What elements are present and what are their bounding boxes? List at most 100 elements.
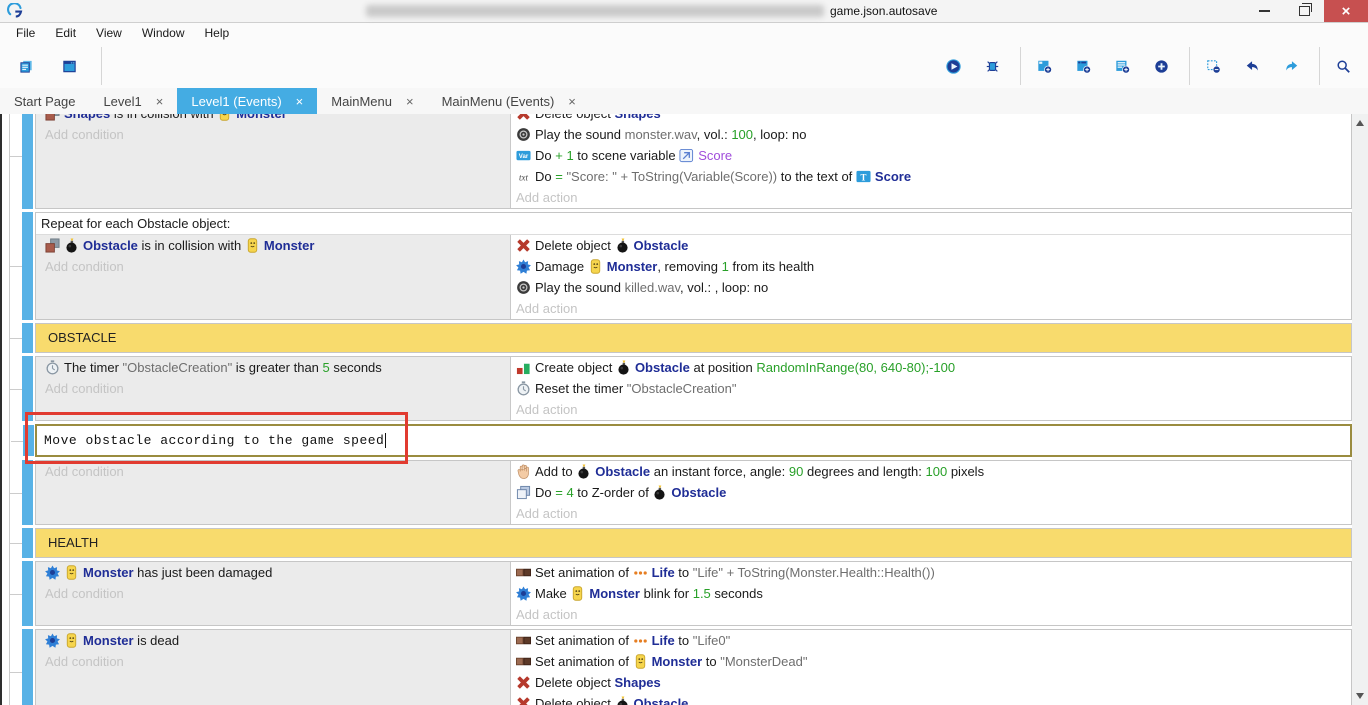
condition-line[interactable]: Shapes is in collision with Monster [36,114,510,124]
damage-icon [516,259,531,274]
project-manager-button[interactable] [10,46,47,86]
condition-line[interactable]: Obstacle is in collision with Monster [36,235,510,256]
add-condition-button[interactable]: Add condition [36,583,510,604]
condition-line[interactable]: Monster is dead [36,630,510,651]
tab-label: Level1 (Events) [191,94,281,109]
token-p: Delete object [535,238,615,253]
scene-editor-button[interactable] [53,46,90,86]
action-line[interactable]: Reset the timer "ObstacleCreation" [511,378,1351,399]
token-p: Delete object [535,675,615,690]
add-condition-button[interactable]: Add condition [36,124,510,145]
menu-item-window[interactable]: Window [132,26,195,40]
comment-edit-row[interactable]: Move obstacle according to the game spee… [35,424,1352,457]
actions-column: Create object Obstacle at position Rando… [511,357,1351,420]
redo-button[interactable] [1275,46,1312,86]
scroll-up-arrow-icon[interactable] [1356,120,1364,126]
tab-label: Start Page [14,94,75,109]
action-line[interactable]: Do = 4 to Z-order of Obstacle [511,482,1351,503]
action-line[interactable]: Set animation of Life to "Life0" [511,630,1351,651]
action-line[interactable]: Delete object Obstacle [511,235,1351,256]
add-action-button[interactable]: Add action [511,187,1351,208]
action-line[interactable]: Delete object Shapes [511,114,1351,124]
tab-label: MainMenu [331,94,392,109]
tab-close-icon[interactable]: × [296,95,304,108]
comment-banner[interactable]: OBSTACLE [35,323,1352,353]
action-line[interactable]: Add to Obstacle an instant force, angle:… [511,461,1351,482]
tab-close-icon[interactable]: × [568,95,576,108]
add-condition-button[interactable]: Add condition [36,461,510,482]
undo-button[interactable] [1236,46,1273,86]
action-line[interactable]: Delete object Shapes [511,672,1351,693]
tab-mainmenu-events-[interactable]: MainMenu (Events)× [428,88,590,114]
menu-item-view[interactable]: View [86,26,132,40]
tab-level1-events-[interactable]: Level1 (Events) × [177,88,317,114]
add-condition-button[interactable]: Add condition [36,651,510,672]
token-m: Add condition [45,464,124,479]
token-p: is dead [134,633,180,648]
scroll-down-arrow-icon[interactable] [1356,693,1364,699]
timer-icon [45,360,60,375]
add-condition-button[interactable]: Add condition [36,256,510,277]
repeat-header[interactable]: Repeat for each Obstacle object: [36,213,1351,234]
comment-text-input[interactable]: Move obstacle according to the game spee… [37,433,384,448]
collapsed-panel-edge[interactable] [0,44,2,705]
event-tree-line [9,114,10,705]
restore-button[interactable] [1284,0,1324,22]
delete-x-icon [516,675,531,690]
close-button[interactable]: × [1324,0,1368,22]
add-action-button[interactable]: Add action [511,503,1351,524]
search-button[interactable] [1327,46,1364,86]
action-line[interactable]: Play the sound monster.wav, vol.: 100, l… [511,124,1351,145]
tab-mainmenu[interactable]: MainMenu × [317,88,427,114]
event-block[interactable]: Shapes is in collision with MonsterAdd c… [35,114,1352,209]
action-line[interactable]: Set animation of Monster to "MonsterDead… [511,651,1351,672]
debug-button[interactable] [976,46,1013,86]
add-condition-button[interactable]: Add condition [36,378,510,399]
token-p: is greater than [232,360,322,375]
action-line[interactable]: Create object Obstacle at position Rando… [511,357,1351,378]
action-line[interactable]: txtDo = "Score: " + ToString(Variable(Sc… [511,166,1351,187]
token-o: Monster [264,238,315,253]
scene-variable-icon [679,148,694,163]
add-comment-button[interactable] [1106,46,1143,86]
add-circle-button[interactable] [1145,46,1182,86]
event-block[interactable]: The timer "ObstacleCreation" is greater … [35,356,1352,421]
event-block[interactable]: Monster is deadAdd conditionSet animatio… [35,629,1352,705]
play-button[interactable] [937,46,974,86]
minimize-button[interactable] [1244,0,1284,22]
tab-close-icon[interactable]: × [406,95,414,108]
action-line[interactable]: Damage Monster, removing 1 from its heal… [511,256,1351,277]
add-action-button[interactable]: Add action [511,298,1351,319]
event-block[interactable]: Monster has just been damagedAdd conditi… [35,561,1352,626]
sound-icon [516,127,531,142]
condition-line[interactable]: Monster has just been damaged [36,562,510,583]
remove-event-button[interactable] [1197,46,1234,86]
menu-item-help[interactable]: Help [195,26,240,40]
delete-x-icon [516,696,531,705]
comment-banner[interactable]: HEALTH [35,528,1352,558]
tab-start-page[interactable]: Start Page [0,88,89,114]
token-p: Do [535,169,555,184]
action-line[interactable]: Make Monster blink for 1.5 seconds [511,583,1351,604]
vertical-scrollbar[interactable] [1352,114,1368,705]
token-p: The timer [64,360,123,375]
add-event-button[interactable] [1028,46,1065,86]
bomb-icon [615,696,630,705]
debug-icon [985,59,1000,74]
action-line[interactable]: Set animation of Life to "Life" + ToStri… [511,562,1351,583]
action-line[interactable]: Play the sound killed.wav, vol.: , loop:… [511,277,1351,298]
menu-item-edit[interactable]: Edit [45,26,86,40]
tab-level1[interactable]: Level1× [89,88,177,114]
action-line[interactable]: VarDo + 1 to scene variable Score [511,145,1351,166]
event-block[interactable]: Add condition Add to Obstacle an instant … [35,460,1352,525]
menu-item-file[interactable]: File [6,26,45,40]
monster-icon [217,114,232,121]
add-action-button[interactable]: Add action [511,604,1351,625]
bomb-icon [64,238,79,253]
condition-line[interactable]: The timer "ObstacleCreation" is greater … [36,357,510,378]
action-line[interactable]: Delete object Obstacle [511,693,1351,705]
tab-close-icon[interactable]: × [156,95,164,108]
repeat-event-block[interactable]: Repeat for each Obstacle object:Obstacle… [35,212,1352,320]
add-action-button[interactable]: Add action [511,399,1351,420]
add-subevent-button[interactable] [1067,46,1104,86]
